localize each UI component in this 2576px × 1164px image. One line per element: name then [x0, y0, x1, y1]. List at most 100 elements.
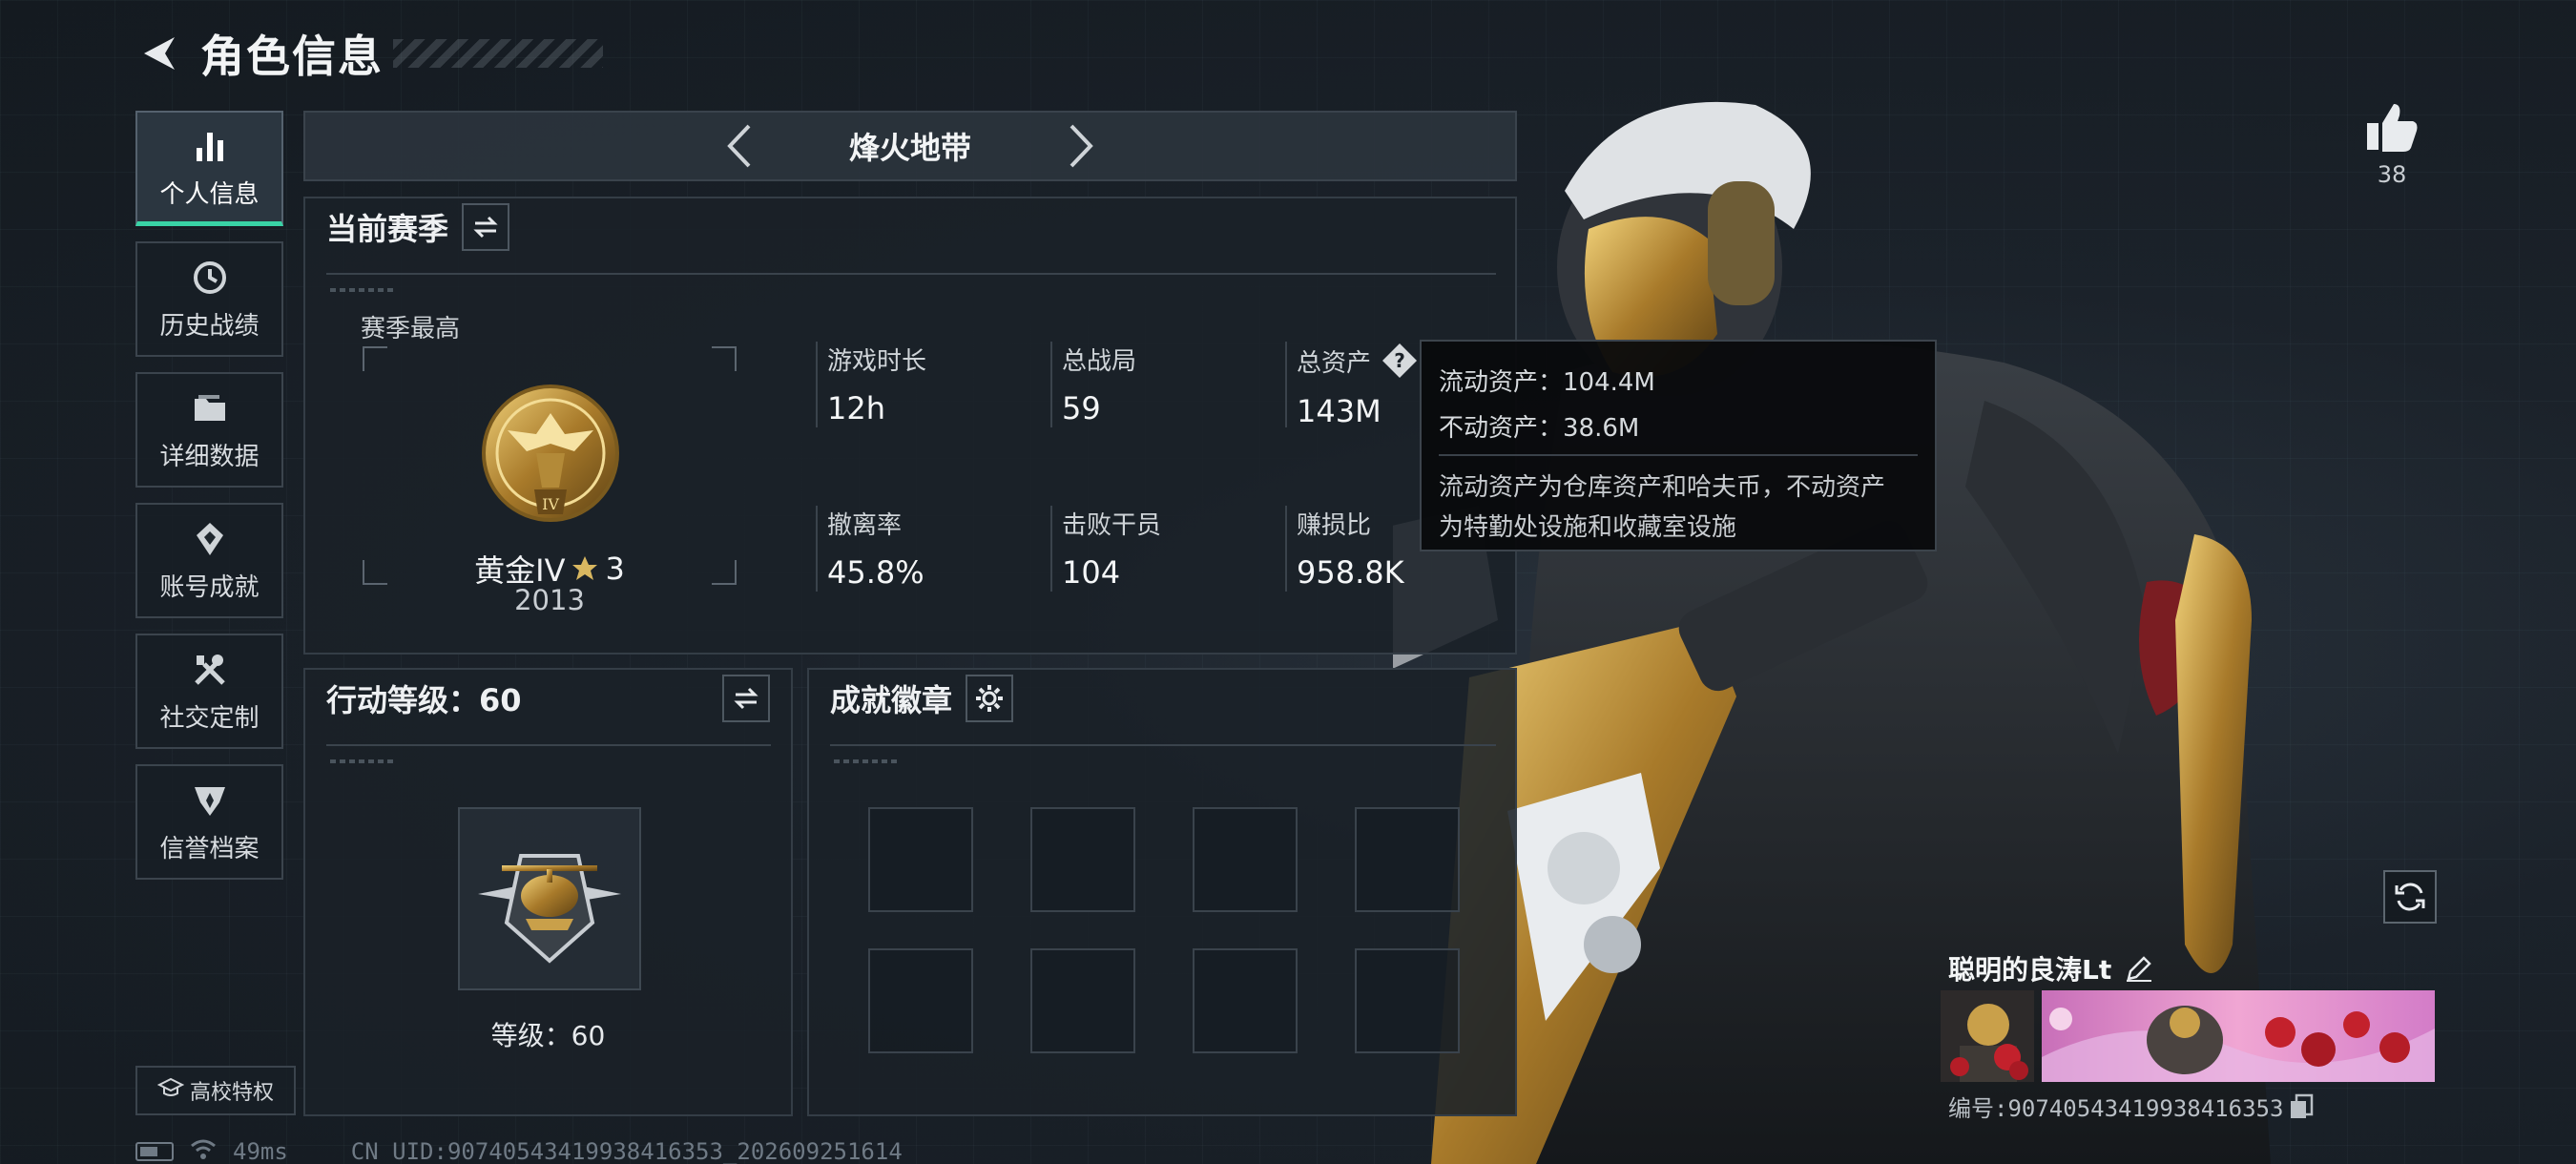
badge-slot[interactable]	[1355, 807, 1460, 912]
current-season-panel: 当前赛季 赛季最高 IV 黄金IV 3 2013 游戏时长 12h 总战局 59…	[303, 197, 1517, 655]
gear-icon	[976, 685, 1004, 712]
help-icon[interactable]: ?	[1381, 342, 1419, 380]
action-level-panel: 行动等级：60 等级：60	[303, 668, 793, 1116]
sidebar-item-social-custom[interactable]: 社交定制	[135, 634, 283, 749]
divider	[830, 744, 1496, 746]
name-card[interactable]	[1941, 990, 2435, 1082]
sidebar-item-achievements[interactable]: 账号成就	[135, 503, 283, 618]
stat-value: 59	[1062, 390, 1101, 426]
level-text: 等级：60	[490, 1020, 606, 1051]
history-clock-icon	[189, 257, 231, 299]
svg-text:?: ?	[1394, 349, 1405, 372]
tooltip-divider	[1439, 454, 1918, 456]
like-button[interactable]: 38	[2357, 100, 2427, 188]
graduation-cap-icon	[156, 1077, 185, 1104]
frame-corner	[712, 346, 737, 371]
stat-label-text: 总资产	[1297, 348, 1372, 378]
sidebar-item-credit-record[interactable]: 信誉档案	[135, 764, 283, 880]
svg-text:IV: IV	[542, 495, 559, 513]
edit-pencil-icon[interactable]	[2125, 954, 2153, 983]
sidebar-item-personal-info[interactable]: 个人信息	[135, 111, 283, 226]
tooltip-fixed-assets: 不动资产：38.6M	[1439, 413, 1640, 443]
dash-decoration	[330, 288, 397, 292]
badge-settings-button[interactable]	[966, 675, 1014, 722]
player-name-text: 聪明的良涛Lt	[1948, 954, 2112, 986]
dash-decoration	[330, 759, 397, 763]
stat-label: 游戏时长	[827, 347, 927, 376]
stat-playtime: 游戏时长 12h	[816, 342, 1035, 427]
stat-value: 12h	[827, 390, 885, 426]
title-decoration	[393, 39, 603, 68]
name-card-banner	[2042, 990, 2435, 1082]
school-privilege-button[interactable]: 高校特权	[135, 1066, 296, 1115]
season-best-label: 赛季最高	[361, 315, 461, 343]
ping-text: 49ms	[233, 1138, 288, 1164]
assets-tooltip: 流动资产：104.4M 不动资产：38.6M 流动资产为仓库资产和哈夫币，不动资…	[1420, 340, 1937, 551]
stat-value: 958.8K	[1297, 554, 1404, 591]
achievement-badges-panel: 成就徽章	[807, 668, 1517, 1116]
rank-frame: IV 黄金IV 3	[363, 346, 737, 589]
sidebar-item-label: 社交定制	[159, 704, 260, 733]
badges-title: 成就徽章	[830, 682, 953, 718]
tooltip-liquid-assets: 流动资产：104.4M	[1439, 367, 1655, 397]
wifi-icon	[189, 1137, 218, 1164]
divider	[326, 273, 1496, 275]
badge-slot[interactable]	[868, 807, 973, 912]
swap-level-button[interactable]	[722, 675, 770, 722]
badge-slot[interactable]	[1355, 948, 1460, 1053]
page-title: 角色信息	[200, 31, 384, 82]
tooltip-description-line2: 为特勤处设施和收藏室设施	[1439, 513, 1737, 542]
helicopter-emblem-icon	[478, 854, 621, 964]
dash-decoration	[834, 759, 901, 763]
badge-slot[interactable]	[1193, 807, 1298, 912]
chevron-right-icon[interactable]	[1053, 117, 1111, 175]
copy-icon[interactable]	[2289, 1093, 2314, 1120]
stat-value: 45.8%	[827, 554, 924, 591]
stat-label: 击败干员	[1062, 511, 1162, 540]
badge-slot[interactable]	[1193, 948, 1298, 1053]
sidebar-item-label: 个人信息	[159, 179, 260, 209]
season-title: 当前赛季	[326, 211, 449, 247]
mode-title: 烽火地带	[848, 130, 971, 166]
tools-icon	[189, 649, 231, 691]
back-arrow-icon[interactable]	[134, 29, 183, 78]
rotate-model-button[interactable]	[2383, 870, 2437, 924]
school-privilege-label: 高校特权	[189, 1081, 274, 1105]
rank-score: 2013	[514, 584, 585, 616]
badge-slot[interactable]	[868, 948, 973, 1053]
badge-slot[interactable]	[1030, 807, 1135, 912]
sidebar-item-detailed-data[interactable]: 详细数据	[135, 372, 283, 488]
gold-rank-medal-icon: IV	[482, 385, 619, 522]
sidebar-item-history[interactable]: 历史战绩	[135, 241, 283, 357]
thumbs-up-icon	[2367, 104, 2418, 152]
level-badge	[458, 807, 641, 990]
stat-label: 撤离率	[827, 511, 903, 540]
divider	[326, 744, 771, 746]
rank-stars: 3	[605, 551, 625, 587]
swap-icon	[734, 687, 758, 710]
uid-text: CN UID:9074054341993841635З_202609251614	[350, 1138, 903, 1164]
player-id-text: 编号:9074054341993841635З	[1948, 1095, 2284, 1122]
star-icon	[572, 556, 598, 580]
badge-slot[interactable]	[1030, 948, 1135, 1053]
folder-icon	[189, 387, 231, 429]
sidebar-nav: 个人信息 历史战绩 详细数据 账号成就 社交定制 信誉档案	[135, 111, 283, 895]
sidebar-item-label: 详细数据	[159, 443, 260, 471]
tooltip-description-line1: 流动资产为仓库资产和哈夫币，不动资产	[1439, 473, 1886, 502]
refresh-icon	[2395, 883, 2425, 911]
stat-operators-defeated: 击败干员 104	[1050, 506, 1270, 592]
page-header: 角色信息	[134, 21, 603, 86]
stat-extraction-rate: 撤离率 45.8%	[816, 506, 1035, 592]
panel-header: 行动等级：60	[305, 670, 791, 727]
stat-value: 104	[1062, 554, 1121, 591]
chevron-left-icon[interactable]	[710, 117, 767, 175]
player-name: 聪明的良涛Lt	[1948, 949, 2153, 987]
panel-header: 当前赛季	[305, 198, 1515, 256]
battery-icon	[135, 1142, 174, 1161]
like-count: 38	[2377, 161, 2407, 188]
level-title: 行动等级：60	[326, 682, 522, 718]
player-id: 编号:9074054341993841635З	[1948, 1090, 2314, 1123]
swap-season-button[interactable]	[462, 203, 510, 251]
credit-shield-icon	[189, 779, 231, 821]
bar-chart-icon	[189, 125, 231, 167]
